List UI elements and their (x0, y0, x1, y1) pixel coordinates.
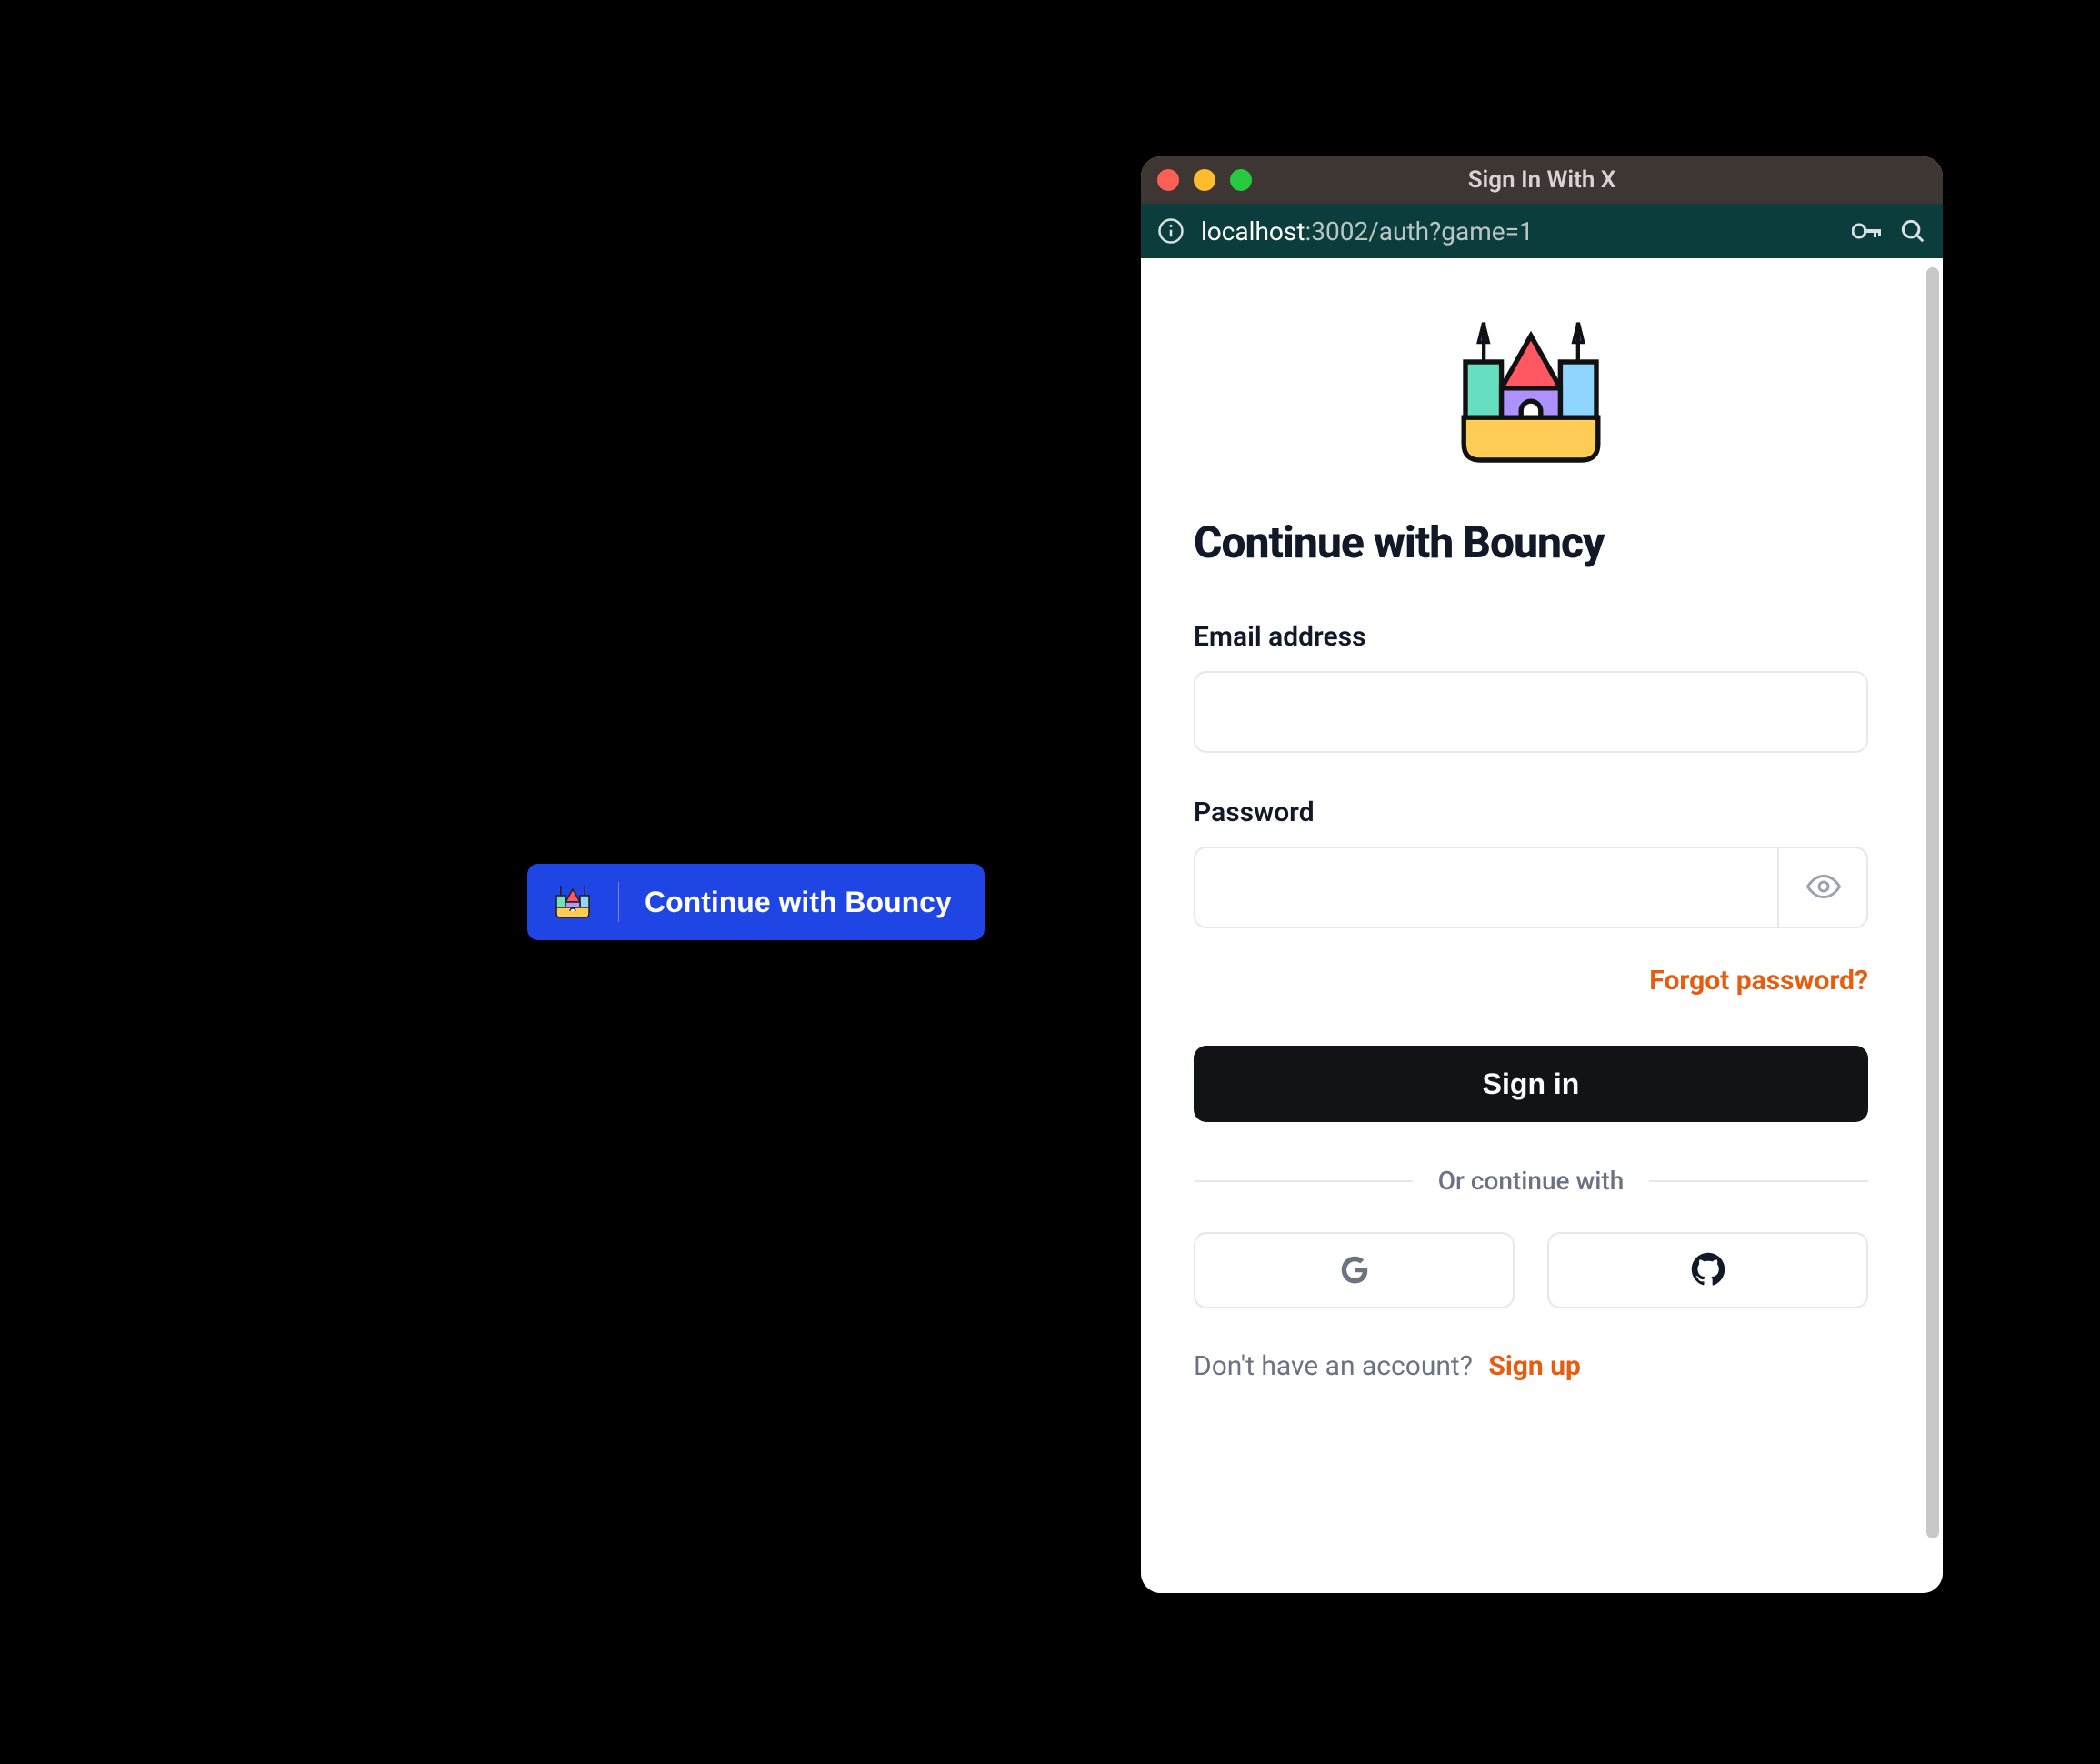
url-bar: localhost:3002/auth?game=1 (1141, 204, 1943, 258)
button-divider (618, 882, 619, 922)
forgot-password-link[interactable]: Forgot password? (1649, 965, 1868, 997)
bouncy-castle-icon (1449, 313, 1613, 480)
signup-prompt: Don't have an account? (1194, 1350, 1473, 1382)
scrollbar[interactable] (1921, 258, 1943, 1593)
github-icon (1691, 1252, 1725, 1289)
site-info-icon[interactable] (1157, 217, 1185, 245)
email-label: Email address (1194, 621, 1868, 653)
close-window-button[interactable] (1157, 169, 1179, 191)
continue-with-github-button[interactable] (1547, 1232, 1868, 1308)
auth-page: Continue with Bouncy Email address Passw… (1141, 258, 1921, 1593)
email-input[interactable] (1194, 671, 1868, 753)
sign-in-button[interactable]: Sign in (1194, 1046, 1868, 1122)
traffic-lights (1157, 169, 1252, 191)
or-divider: Or continue with (1194, 1166, 1868, 1196)
auth-popup-window: Sign In With X localhost:3002/auth?game=… (1141, 156, 1943, 1593)
url-host: localhost (1201, 216, 1305, 246)
window-titlebar: Sign In With X (1141, 156, 1943, 204)
search-icon[interactable] (1899, 217, 1926, 245)
window-title: Sign In With X (1468, 166, 1616, 194)
toggle-password-visibility-button[interactable] (1777, 847, 1868, 928)
or-divider-label: Or continue with (1438, 1166, 1625, 1196)
page-heading: Continue with Bouncy (1194, 516, 1868, 568)
bouncy-logo (1194, 313, 1868, 480)
password-label: Password (1194, 797, 1868, 828)
google-icon (1337, 1252, 1372, 1289)
password-input[interactable] (1194, 847, 1868, 928)
scrollbar-thumb[interactable] (1926, 267, 1939, 1538)
zoom-window-button[interactable] (1230, 169, 1252, 191)
bouncy-castle-icon (553, 884, 593, 920)
url-text[interactable]: localhost:3002/auth?game=1 (1201, 216, 1835, 246)
sign-up-link[interactable]: Sign up (1488, 1350, 1581, 1382)
continue-with-google-button[interactable] (1194, 1232, 1515, 1308)
minimize-window-button[interactable] (1194, 169, 1215, 191)
sign-in-button-label: Sign in (1483, 1067, 1580, 1100)
password-key-icon[interactable] (1852, 221, 1883, 241)
eye-icon (1805, 868, 1842, 907)
continue-with-bouncy-button[interactable]: Continue with Bouncy (527, 864, 985, 940)
url-path: :3002/auth?game=1 (1305, 216, 1533, 246)
continue-button-label: Continue with Bouncy (645, 886, 952, 919)
signup-row: Don't have an account? Sign up (1194, 1350, 1868, 1382)
